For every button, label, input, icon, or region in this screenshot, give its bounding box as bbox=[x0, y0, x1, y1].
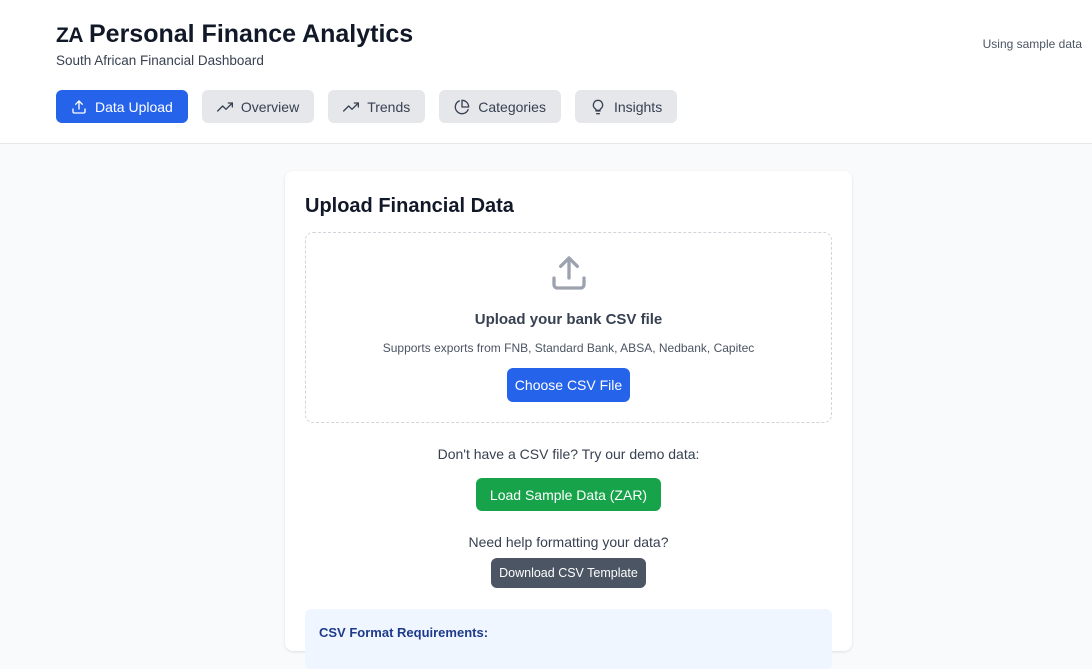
tab-label: Data Upload bbox=[95, 98, 173, 115]
csv-dropzone[interactable]: Upload your bank CSV file Supports expor… bbox=[305, 232, 832, 423]
demo-prompt: Don't have a CSV file? Try our demo data… bbox=[437, 446, 700, 462]
tab-trends[interactable]: Trends bbox=[328, 90, 426, 123]
help-prompt: Need help formatting your data? bbox=[468, 534, 669, 550]
app-title: Personal Finance Analytics bbox=[89, 20, 414, 48]
tab-insights[interactable]: Insights bbox=[574, 90, 678, 123]
tab-label: Overview bbox=[240, 98, 300, 115]
tab-label: Insights bbox=[613, 98, 663, 115]
country-code: ZA bbox=[56, 24, 84, 47]
main-nav: Data Upload Overview Trends Categories I… bbox=[56, 90, 678, 123]
brand: ZA Personal Finance Analytics bbox=[56, 20, 413, 49]
data-status-note: Using sample data bbox=[982, 37, 1082, 51]
csv-requirements-panel: CSV Format Requirements: bbox=[305, 609, 832, 669]
pie-chart-icon bbox=[454, 99, 470, 115]
load-sample-button[interactable]: Load Sample Data (ZAR) bbox=[476, 478, 661, 511]
trending-up-icon bbox=[343, 99, 360, 115]
lightbulb-icon bbox=[590, 99, 606, 115]
upload-icon bbox=[549, 253, 589, 293]
tab-label: Trends bbox=[367, 98, 411, 115]
tab-label: Categories bbox=[478, 98, 546, 115]
dropzone-title: Upload your bank CSV file bbox=[474, 311, 663, 328]
trending-up-icon bbox=[216, 99, 233, 115]
dropzone-subtitle: Supports exports from FNB, Standard Bank… bbox=[382, 341, 755, 355]
choose-csv-button[interactable]: Choose CSV File bbox=[507, 368, 630, 402]
card-title: Upload Financial Data bbox=[305, 195, 514, 217]
app-header: ZA Personal Finance Analytics South Afri… bbox=[0, 0, 1092, 144]
tab-data-upload[interactable]: Data Upload bbox=[56, 90, 188, 123]
upload-icon bbox=[71, 99, 87, 115]
tab-categories[interactable]: Categories bbox=[439, 90, 561, 123]
upload-card: Upload Financial Data Upload your bank C… bbox=[285, 171, 852, 669]
tab-overview[interactable]: Overview bbox=[201, 90, 315, 123]
app-subtitle: South African Financial Dashboard bbox=[56, 53, 264, 68]
download-template-button[interactable]: Download CSV Template bbox=[491, 558, 646, 588]
